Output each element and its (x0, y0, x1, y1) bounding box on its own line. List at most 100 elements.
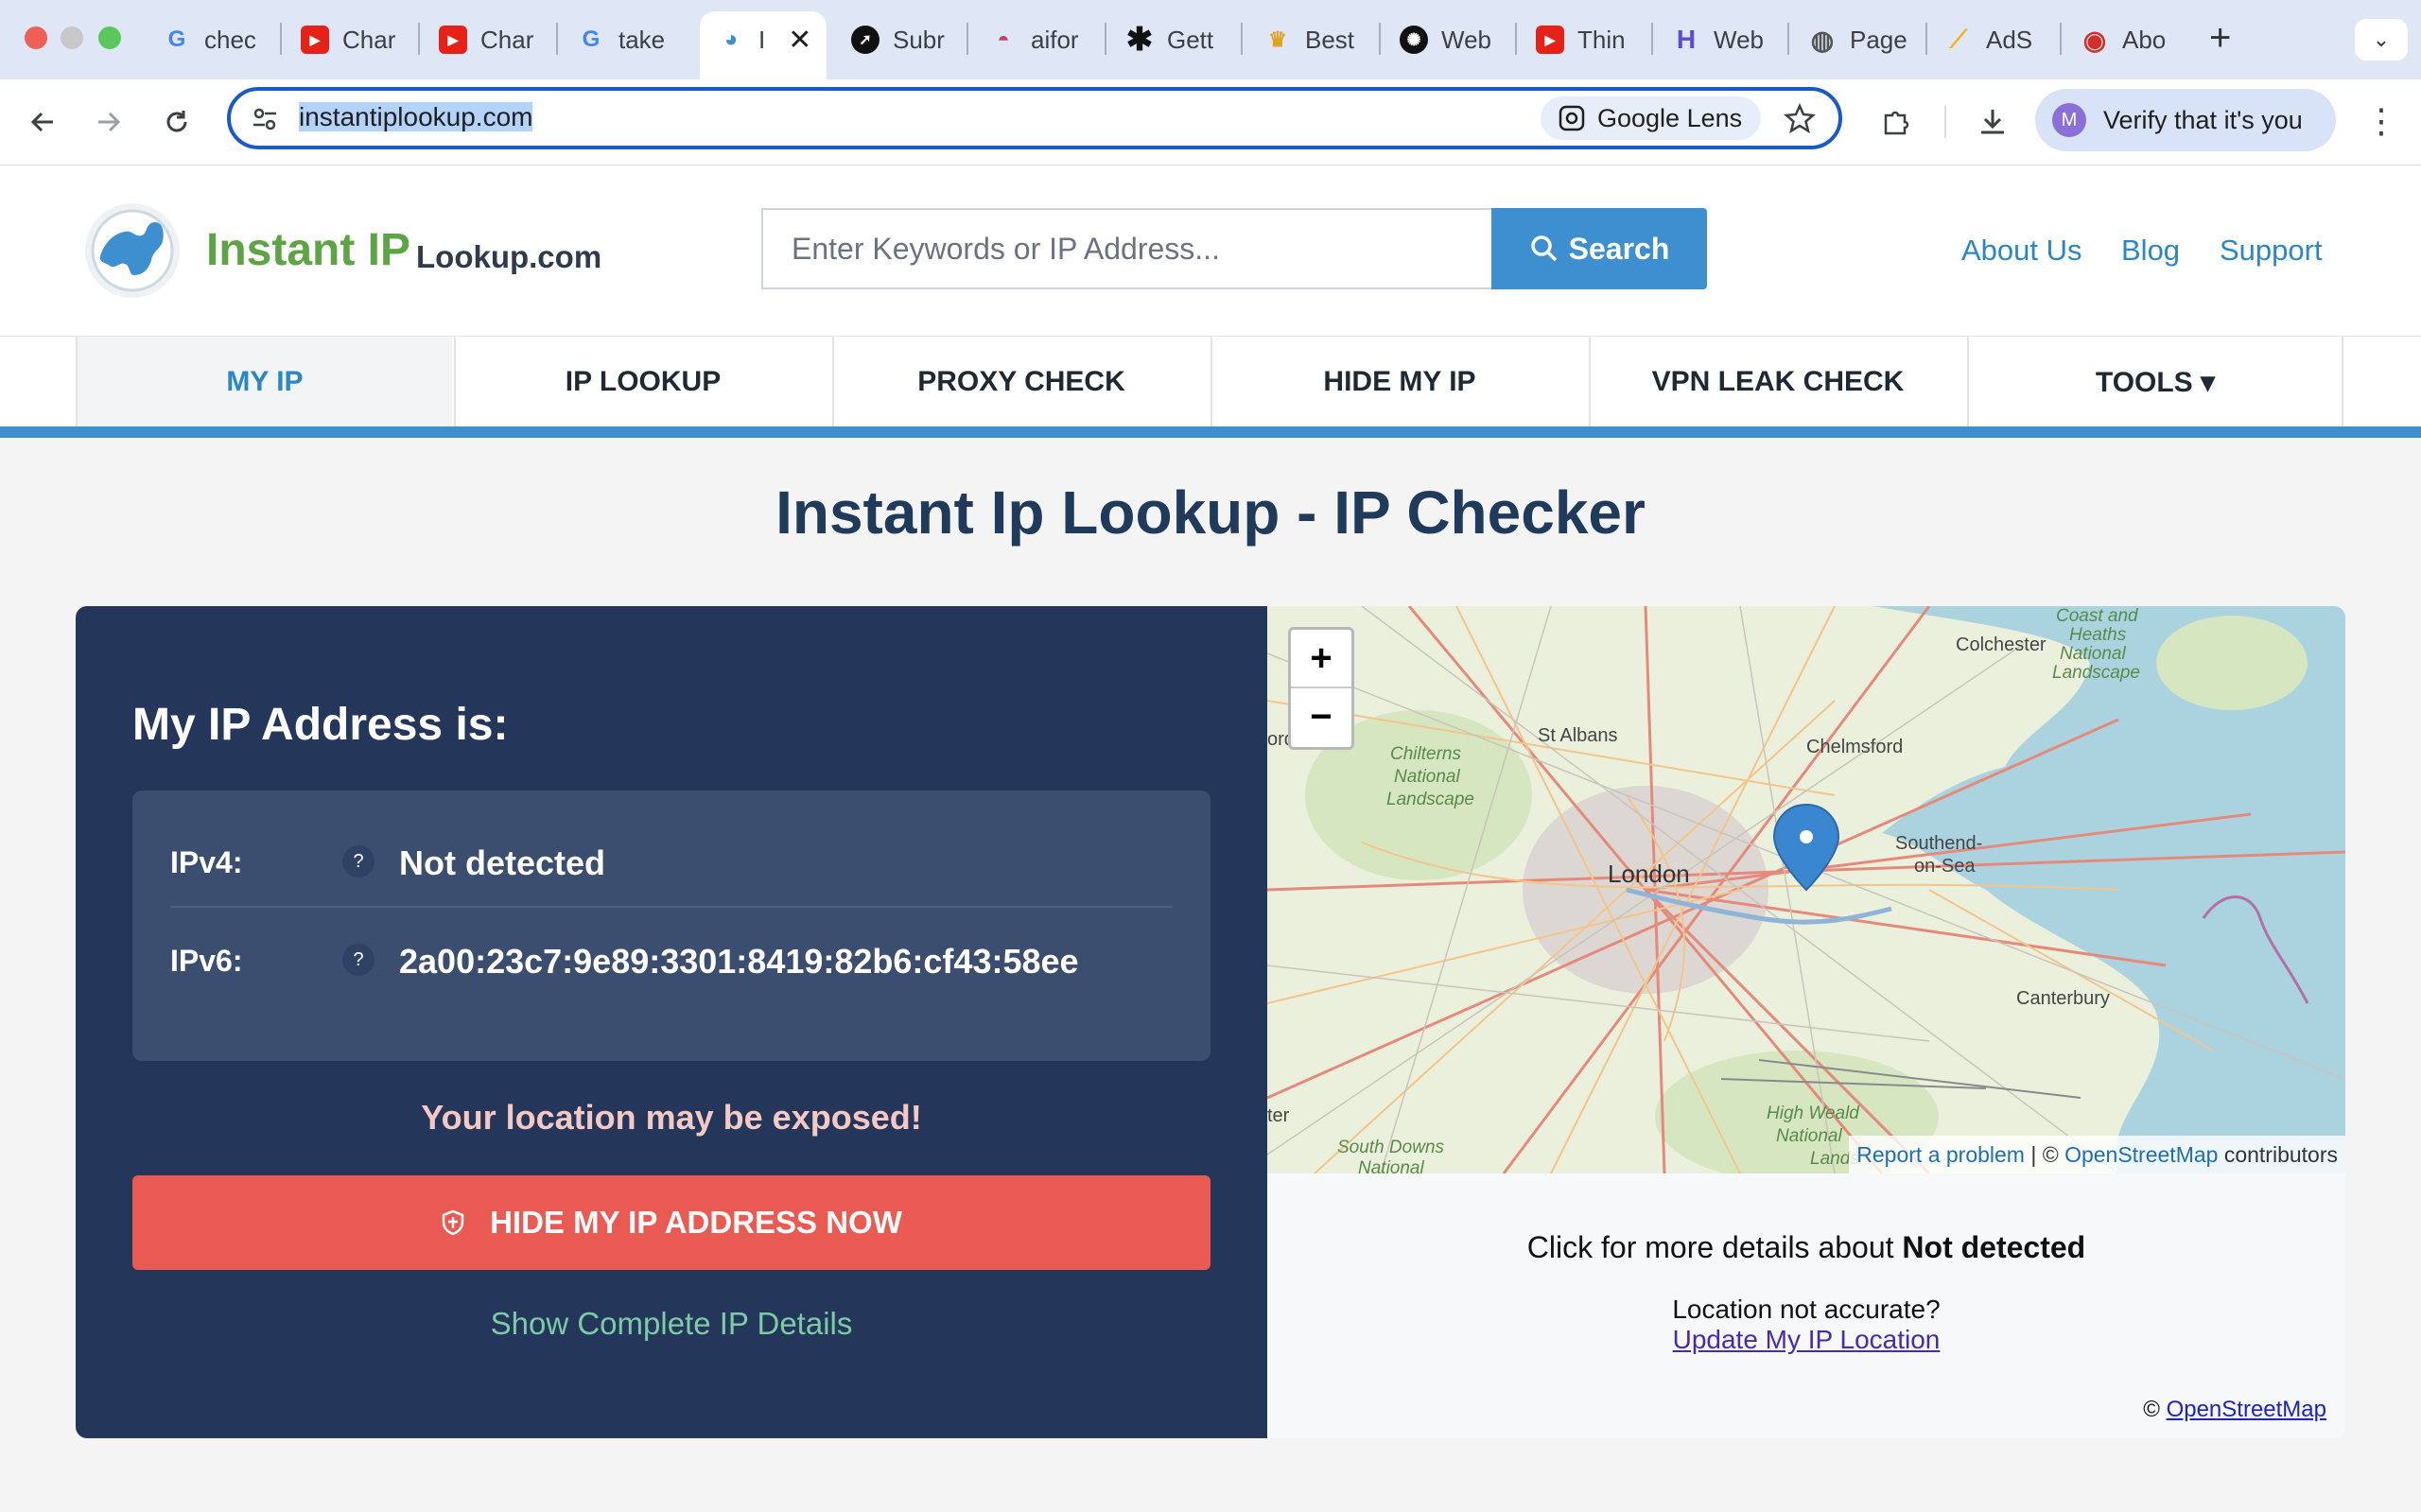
tab-7[interactable]: ✱ Gett (1125, 13, 1231, 66)
browser-toolbar: instantiplookup.com Google Lens M Verify… (0, 79, 2421, 165)
h-logo-icon: H (1676, 25, 1697, 54)
map-attribution: Report a problem | © OpenStreetMap contr… (1849, 1136, 2345, 1173)
map-area-label: National (1776, 1126, 1842, 1146)
google-icon: G (167, 26, 186, 52)
adsense-icon: ⟋ (1949, 25, 1968, 53)
reload-button[interactable] (155, 100, 199, 144)
report-problem-link[interactable]: Report a problem (1856, 1142, 2025, 1167)
tab-5[interactable]: ➚ Subr (851, 13, 957, 66)
tab-tools[interactable]: TOOLS ▾ (1967, 337, 2343, 427)
tab-14[interactable]: ◉ Abo (2081, 13, 2181, 66)
location-question: Location not accurate? (1672, 1295, 1941, 1324)
profile-verify-button[interactable]: M Verify that it's you (2035, 89, 2336, 151)
downloads-button[interactable] (1971, 100, 2014, 144)
osm-footer: © OpenStreetMap (2143, 1397, 2326, 1422)
ipv4-label: IPv4: (170, 845, 243, 879)
tab-6[interactable]: ◓ aifor (989, 13, 1095, 66)
map-tiles (1267, 606, 2345, 1173)
tab-10[interactable]: ▶ Thin (1536, 13, 1644, 66)
url-text[interactable]: instantiplookup.com (299, 102, 533, 132)
address-bar[interactable]: instantiplookup.com Google Lens (227, 87, 1842, 149)
support-link[interactable]: Support (2220, 234, 2323, 268)
page-title: Instant Ip Lookup - IP Checker (775, 478, 1646, 547)
minimize-window-button[interactable] (61, 26, 83, 49)
update-location-link[interactable]: Update My IP Location (1267, 1325, 2345, 1355)
back-button[interactable] (21, 100, 64, 144)
rocket-icon: ➚ (851, 26, 880, 54)
location-map[interactable]: Colchester St Albans Chelmsford London S… (1267, 606, 2345, 1173)
map-place-label: on-Sea (1914, 856, 1976, 877)
tab-separator (1241, 23, 1243, 55)
ip-divider (170, 906, 1173, 908)
ipv6-help-icon[interactable]: ? (342, 944, 374, 976)
map-card: Colchester St Albans Chelmsford London S… (1267, 606, 2345, 1438)
blog-link[interactable]: Blog (2121, 234, 2180, 268)
map-place-label: St Albans (1538, 725, 1618, 746)
tab-4-active[interactable]: ◕ I ✕ (717, 13, 821, 66)
google-lens-button[interactable]: Google Lens (1541, 96, 1762, 140)
globe-logo-icon[interactable] (83, 201, 182, 300)
logo-text[interactable]: Instant IP (206, 224, 410, 276)
map-place-label: Chelmsford (1806, 737, 1904, 757)
tab-9[interactable]: ✺ Web (1400, 13, 1506, 66)
tab-vpn-leak-check[interactable]: VPN LEAK CHECK (1589, 337, 1965, 427)
forward-button[interactable] (87, 100, 131, 144)
about-us-link[interactable]: About Us (1961, 234, 2082, 268)
tab-hide-my-ip[interactable]: HIDE MY IP (1210, 337, 1587, 427)
search-input[interactable]: Enter Keywords or IP Address... (761, 208, 1493, 289)
google-icon: G (582, 26, 601, 52)
tab-separator (418, 23, 420, 55)
youtube-icon: ▶ (301, 26, 329, 54)
close-tab-icon[interactable]: ✕ (788, 24, 811, 57)
extensions-button[interactable] (1874, 100, 1918, 144)
browser-menu-icon[interactable]: ⋮ (2364, 98, 2398, 144)
search-icon (1530, 235, 1557, 262)
show-details-link[interactable]: Show Complete IP Details (76, 1306, 1267, 1342)
tab-separator (280, 23, 282, 55)
tab-3[interactable]: G take (577, 13, 681, 66)
bookmark-star-icon[interactable] (1784, 102, 1816, 134)
mascot-icon: ◓ (997, 27, 1010, 51)
back-arrow-icon (30, 112, 53, 132)
tab-12[interactable]: ◍ Page (1808, 13, 1916, 66)
reload-icon (166, 111, 187, 132)
asterisk-icon: ✱ (1125, 22, 1154, 58)
new-tab-icon[interactable]: + (2209, 17, 2231, 60)
ipv4-help-icon[interactable]: ? (342, 845, 374, 878)
tab-1[interactable]: ▶ Char (301, 13, 407, 66)
zoom-in-button[interactable]: + (1291, 630, 1351, 688)
close-window-button[interactable] (25, 26, 47, 49)
nav-underline (0, 426, 2421, 438)
tab-2[interactable]: ▶ Char (439, 13, 545, 66)
map-details-text[interactable]: Click for more details about Not detecte… (1267, 1230, 2345, 1265)
youtube-icon: ▶ (1536, 26, 1564, 54)
tab-my-ip[interactable]: MY IP (76, 337, 452, 427)
lens-icon (1559, 105, 1585, 131)
tab-11[interactable]: H Web (1672, 13, 1778, 66)
zoom-out-button[interactable]: − (1291, 688, 1351, 745)
maximize-window-button[interactable] (98, 26, 121, 49)
toolbar-divider (1944, 106, 1946, 138)
map-place-label: London (1608, 860, 1690, 888)
tab-separator (1651, 23, 1653, 55)
osm-footer-link[interactable]: OpenStreetMap (2167, 1397, 2326, 1422)
shield-icon (442, 1209, 464, 1236)
search-button[interactable]: Search (1491, 208, 1707, 289)
tab-8[interactable]: ♛ Best (1263, 13, 1369, 66)
logo-subtext[interactable]: Lookup.com (416, 239, 601, 275)
tab-13[interactable]: ⟋ AdS (1944, 13, 2047, 66)
site-header: Instant IP Lookup.com Enter Keywords or … (0, 165, 2421, 336)
tab-proxy-check[interactable]: PROXY CHECK (832, 337, 1209, 427)
site-settings-icon[interactable] (250, 104, 280, 134)
osm-link[interactable]: OpenStreetMap (2064, 1142, 2218, 1167)
hide-ip-button[interactable]: HIDE MY IP ADDRESS NOW (132, 1175, 1210, 1270)
tab-separator (1515, 23, 1517, 55)
tab-0[interactable]: G chec (163, 13, 267, 66)
tab-ip-lookup[interactable]: IP LOOKUP (454, 337, 830, 427)
map-area-label: National (1358, 1158, 1424, 1173)
map-zoom-control: + − (1288, 627, 1354, 750)
map-area-label: South Downs (1337, 1138, 1445, 1157)
tab-search-button[interactable]: ⌄ (2355, 19, 2408, 61)
map-area-label: Landscape (2052, 663, 2140, 683)
tab-separator (2060, 23, 2062, 55)
